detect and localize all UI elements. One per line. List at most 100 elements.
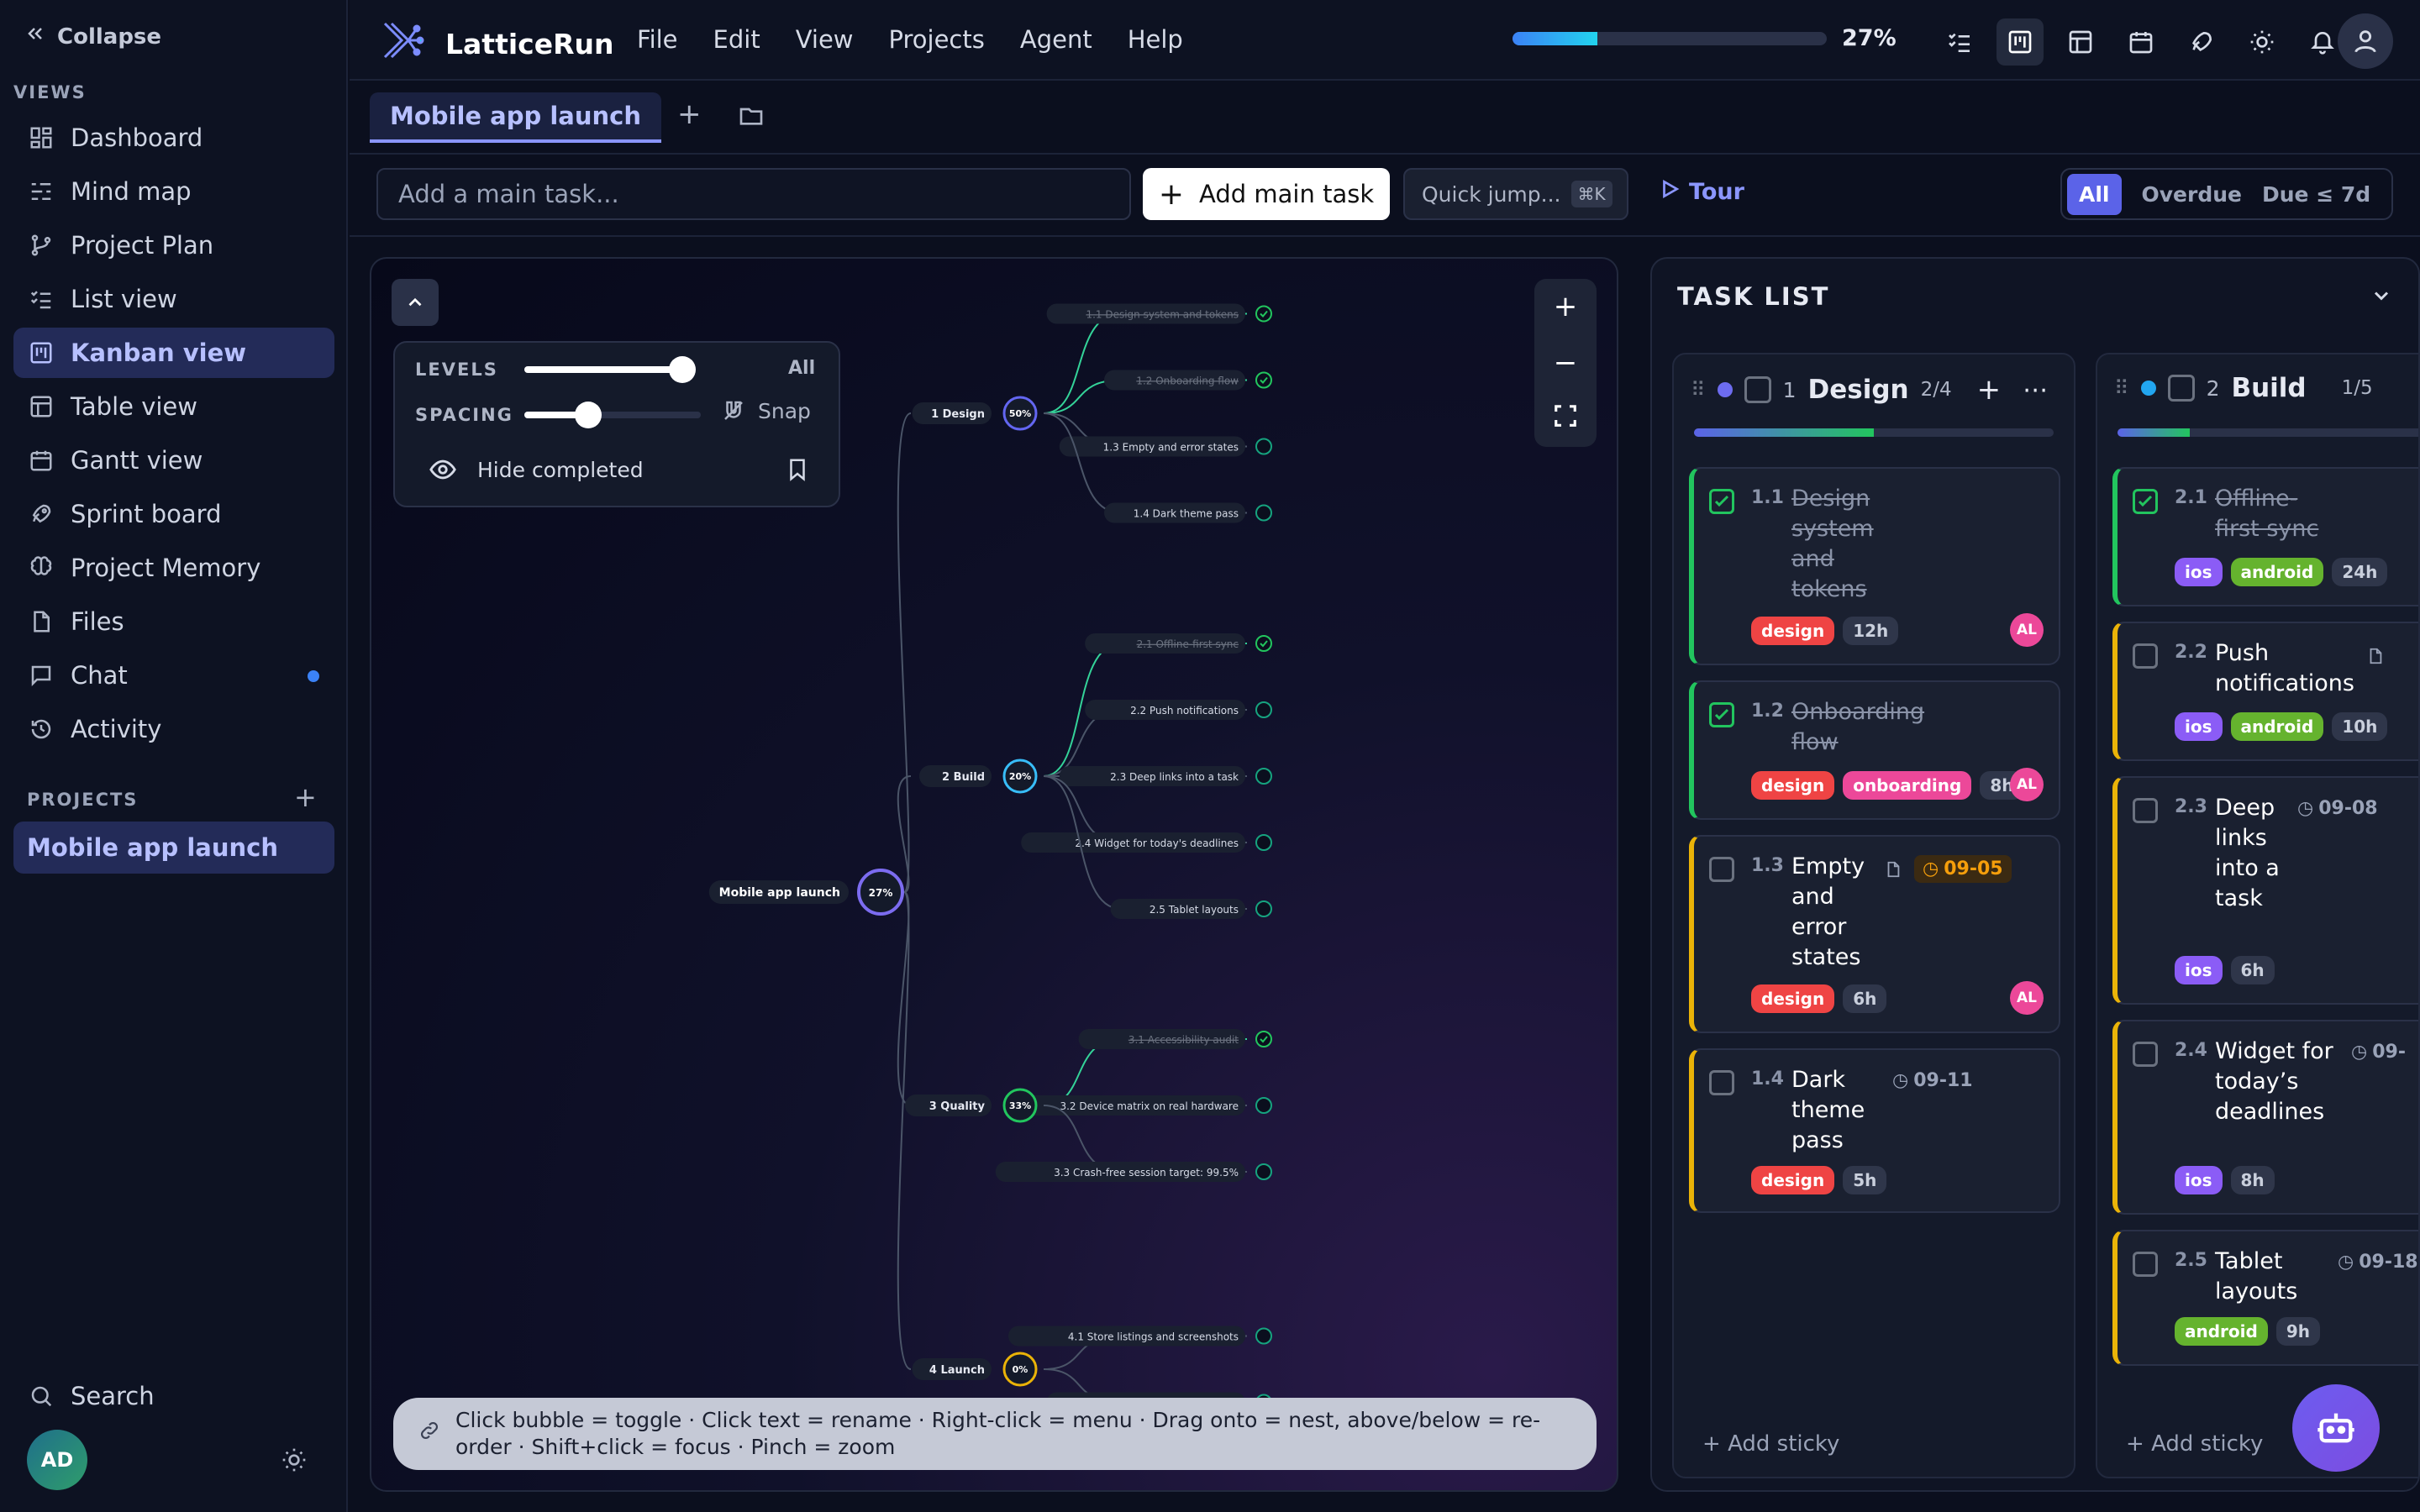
task-title[interactable]: Dark theme pass (1791, 1065, 1876, 1156)
column-name[interactable]: Design (1807, 375, 1908, 405)
add-sticky-button[interactable]: + Add sticky (2126, 1431, 2263, 1457)
new-tab-icon[interactable]: + (677, 97, 702, 131)
sidebar-item-files[interactable]: Files (13, 596, 334, 647)
spacing-slider-knob[interactable] (575, 402, 602, 428)
sidebar-item-gantt-view[interactable]: Gantt view (13, 435, 334, 486)
task-title[interactable]: Offline-first sync (2215, 484, 2324, 544)
assignee-avatar[interactable]: AL (2010, 613, 2044, 647)
sidebar-item-mind-map[interactable]: Mind map (13, 166, 334, 217)
collapse-button[interactable]: Collapse (25, 24, 161, 50)
filter-all[interactable]: All (2067, 173, 2122, 215)
fit-screen-icon[interactable] (1553, 402, 1578, 436)
snap-toggle[interactable]: Snap (721, 398, 811, 423)
task-title[interactable]: Widget for today’s deadlines (2215, 1037, 2341, 1127)
sidebar-item-activity[interactable]: Activity (13, 704, 334, 754)
tab-mobile-app-launch[interactable]: Mobile app launch (370, 92, 662, 143)
task-card[interactable]: 1.4 Dark theme pass ◷ 09-11 design 5h (1689, 1048, 2060, 1213)
task-card[interactable]: 2.5 Tablet layouts ◷ 09-18 android 9h (2112, 1230, 2418, 1366)
task-checkbox[interactable] (2133, 1042, 2158, 1067)
main-task-input[interactable]: Add a main task... (376, 168, 1131, 220)
task-title[interactable]: Push notifications (2215, 638, 2383, 699)
task-card[interactable]: 2.2 Push notifications ios android 10h (2112, 622, 2418, 761)
folder-icon[interactable] (738, 102, 765, 133)
levels-slider-track[interactable] (524, 366, 684, 373)
task-card[interactable]: 2.1 Offline-first sync ios android 24h (2112, 467, 2418, 606)
column-name[interactable]: Build (2231, 373, 2306, 403)
column-progress-fill (1694, 428, 1874, 437)
sidebar: Collapse VIEWS Dashboard Mind map Projec… (0, 0, 348, 1512)
task-checkbox-checked[interactable] (2133, 489, 2158, 514)
menu-help[interactable]: Help (1128, 25, 1183, 54)
sidebar-item-kanban-view[interactable]: Kanban view (13, 328, 334, 378)
task-number: 1.2 (1751, 701, 1784, 722)
levels-slider-knob[interactable] (669, 356, 696, 383)
add-sticky-button[interactable]: + Add sticky (1702, 1431, 1839, 1457)
menu-agent[interactable]: Agent (1020, 25, 1092, 54)
profile-icon[interactable] (2338, 13, 2393, 69)
column-checkbox[interactable] (1744, 376, 1771, 403)
user-avatar[interactable]: AD (27, 1430, 87, 1490)
project-item[interactable]: Mobile app launch (13, 822, 334, 874)
task-checkbox-checked[interactable] (1709, 702, 1734, 727)
sidebar-item-project-plan[interactable]: Project Plan (13, 220, 334, 270)
task-title[interactable]: Design system and tokens (1791, 484, 1909, 605)
task-title[interactable]: Empty and error states (1791, 852, 1884, 973)
rocket-toolbar-icon[interactable] (2178, 18, 2225, 66)
sidebar-item-label: List view (71, 285, 177, 313)
task-title[interactable]: Tablet layouts (2215, 1247, 2324, 1307)
task-card[interactable]: 2.4 Widget for today’s deadlines ◷ 09- i… (2112, 1020, 2418, 1215)
quick-jump-button[interactable]: Quick jump... ⌘K (1403, 168, 1628, 220)
column-checkbox[interactable] (2167, 375, 2195, 402)
task-checkbox-checked[interactable] (1709, 489, 1734, 514)
collapse-panel-button[interactable] (392, 279, 439, 326)
sidebar-item-project-memory[interactable]: Project Memory (13, 543, 334, 593)
filter-overdue[interactable]: Overdue (2142, 182, 2242, 207)
bookmark-icon[interactable] (785, 457, 810, 486)
zoom-in-icon[interactable]: + (1554, 290, 1578, 323)
table-toolbar-icon[interactable] (2057, 18, 2104, 66)
sun-toolbar-icon[interactable] (2238, 18, 2286, 66)
hide-completed-toggle[interactable]: Hide completed (429, 455, 644, 484)
more-icon[interactable]: ⋯ (2023, 375, 2048, 405)
task-checkbox[interactable] (1709, 857, 1734, 882)
add-main-task-button[interactable]: + Add main task (1143, 168, 1390, 220)
sidebar-item-sprint-board[interactable]: Sprint board (13, 489, 334, 539)
add-project-icon[interactable]: + (294, 781, 317, 813)
sidebar-item-list-view[interactable]: List view (13, 274, 334, 324)
tour-button[interactable]: Tour (1659, 178, 1744, 206)
sidebar-item-table-view[interactable]: Table view (13, 381, 334, 432)
task-title[interactable]: Onboarding flow (1791, 697, 1960, 758)
table-icon (27, 392, 55, 421)
task-card[interactable]: 1.2 Onboarding flow design onboarding 8h… (1689, 680, 2060, 820)
agent-bot-button[interactable] (2292, 1384, 2380, 1472)
kanban-toolbar-icon[interactable] (1996, 18, 2044, 66)
calendar-toolbar-icon[interactable] (2118, 18, 2165, 66)
mind-map-canvas[interactable]: 1.1 Design system and tokens 1.2 Onboardi… (370, 257, 1618, 1492)
task-checkbox[interactable] (2133, 1252, 2158, 1277)
drag-handle-icon[interactable]: ⠿ (1691, 378, 1706, 402)
search-button[interactable]: Search (13, 1371, 334, 1421)
task-card[interactable]: 1.1 Design system and tokens design 12h … (1689, 467, 2060, 665)
snap-label: Snap (758, 398, 811, 423)
menu-edit[interactable]: Edit (713, 25, 760, 54)
chevron-down-icon[interactable] (2370, 284, 2393, 311)
task-checkbox[interactable] (2133, 643, 2158, 669)
assignee-avatar[interactable]: AL (2010, 768, 2044, 801)
menu-projects[interactable]: Projects (889, 25, 985, 54)
add-task-icon[interactable]: + (1977, 373, 2002, 407)
task-checkbox[interactable] (2133, 798, 2158, 823)
task-card[interactable]: 1.3 Empty and error states ◷ 09-05 desig… (1689, 835, 2060, 1033)
drag-handle-icon[interactable]: ⠿ (2114, 376, 2129, 400)
task-card[interactable]: 2.3 Deep links into a task ◷ 09-08 ios 6… (2112, 776, 2418, 1005)
sidebar-item-dashboard[interactable]: Dashboard (13, 113, 334, 163)
menu-file[interactable]: File (637, 25, 678, 54)
assignee-avatar[interactable]: AL (2010, 981, 2044, 1015)
list-check-toolbar-icon[interactable] (1936, 18, 1983, 66)
task-title[interactable]: Deep links into a task (2215, 793, 2291, 914)
menu-view[interactable]: View (796, 25, 854, 54)
task-checkbox[interactable] (1709, 1070, 1734, 1095)
sidebar-item-chat[interactable]: Chat (13, 650, 334, 701)
filter-due-7d[interactable]: Due ≤ 7d (2262, 182, 2370, 207)
sun-icon[interactable] (281, 1446, 308, 1477)
zoom-out-icon[interactable]: − (1554, 346, 1578, 380)
